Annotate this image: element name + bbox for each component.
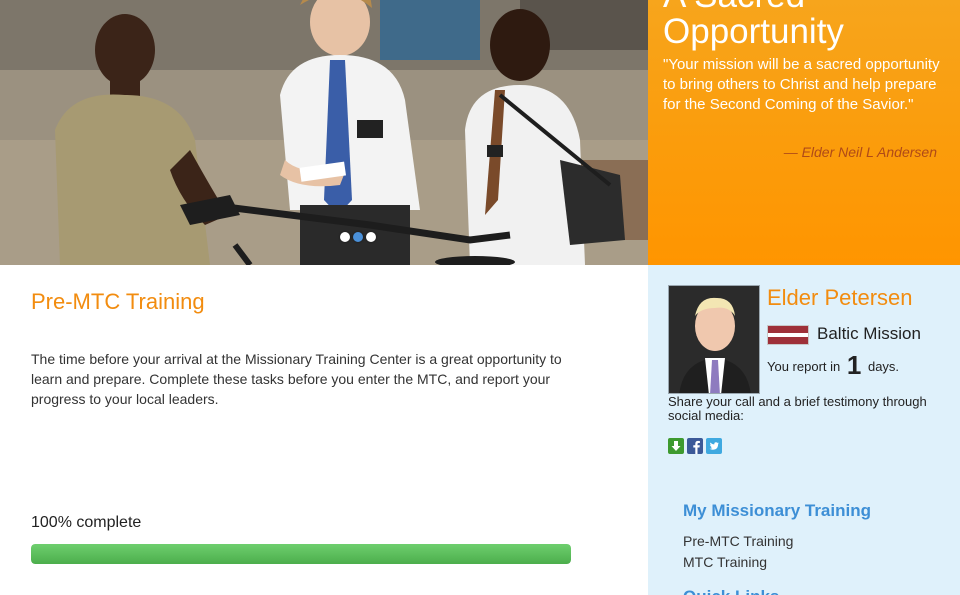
- my-training-heading[interactable]: My Missionary Training: [683, 501, 871, 521]
- hero-quote-panel: A Sacred Opportunity "Your mission will …: [648, 0, 960, 265]
- report-suffix: days.: [867, 359, 900, 374]
- share-prompt: Share your call and a brief testimony th…: [668, 394, 927, 423]
- hero-banner: A Sacred Opportunity "Your mission will …: [0, 0, 960, 265]
- report-days-count: 1: [846, 350, 862, 380]
- sidebar: Elder Petersen Baltic Mission You report…: [648, 265, 960, 595]
- carousel-dot-2[interactable]: [353, 232, 363, 242]
- nav-item-mtc-training[interactable]: MTC Training: [683, 552, 793, 573]
- nav-item-pre-mtc-training[interactable]: Pre-MTC Training: [683, 531, 793, 552]
- intro-paragraph: The time before your arrival at the Miss…: [31, 351, 562, 407]
- latvia-flag-icon: [767, 325, 809, 345]
- progress-bar: [31, 544, 571, 564]
- progress-label: 100% complete: [31, 514, 142, 531]
- carousel-dot-1[interactable]: [340, 232, 350, 242]
- page-title: Pre-MTC Training: [31, 289, 205, 314]
- profile-portrait: [669, 286, 759, 393]
- carousel-dots: [340, 232, 376, 242]
- report-prefix: You report in: [767, 359, 841, 374]
- main-content: Pre-MTC Training The time before your ar…: [0, 265, 648, 595]
- avatar: [668, 285, 760, 394]
- download-icon[interactable]: [668, 438, 684, 454]
- carousel-dot-3[interactable]: [366, 232, 376, 242]
- facebook-icon[interactable]: [687, 438, 703, 454]
- hero-quote: "Your mission will be a sacred opportuni…: [663, 56, 940, 113]
- hero-photo: [0, 0, 648, 265]
- missionaries-photo: [0, 0, 648, 265]
- report-countdown: You report in 1 days.: [767, 350, 899, 381]
- hero-title: A Sacred Opportunity: [663, 0, 844, 51]
- twitter-icon[interactable]: [706, 438, 722, 454]
- share-icons: [668, 438, 722, 454]
- mission-name: Baltic Mission: [817, 324, 921, 343]
- quick-links-heading[interactable]: Quick Links: [683, 587, 779, 595]
- progress-bar-fill: [31, 544, 571, 564]
- hero-attribution: — Elder Neil L Andersen: [783, 144, 937, 160]
- missionary-name: Elder Petersen: [767, 285, 913, 310]
- training-nav: Pre-MTC Training MTC Training: [683, 531, 793, 573]
